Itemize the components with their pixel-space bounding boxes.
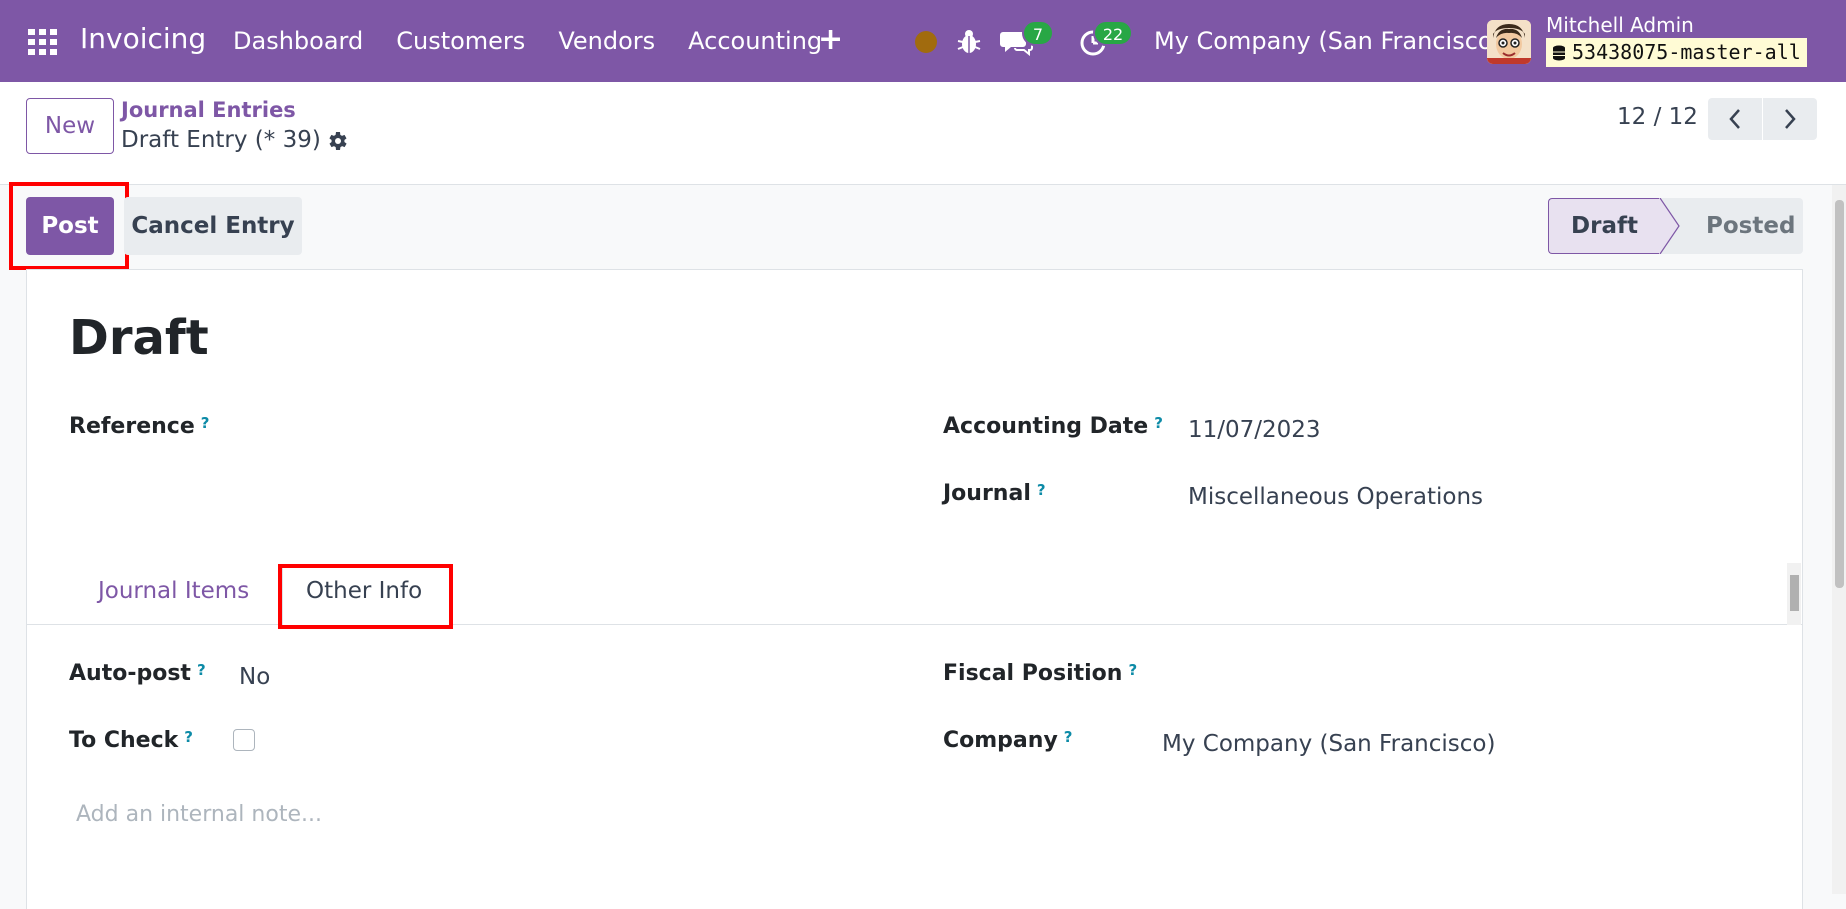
tab-other-info-highlight: [278, 564, 453, 629]
top-navbar: Invoicing Dashboard Customers Vendors Ac…: [0, 0, 1846, 82]
chevron-right-icon: [1785, 109, 1796, 129]
help-icon[interactable]: ?: [1128, 661, 1137, 679]
menu-customers[interactable]: Customers: [396, 27, 525, 55]
company-label: Company?: [943, 728, 1073, 753]
fiscal-position-label: Fiscal Position?: [943, 661, 1138, 686]
reference-label: Reference?: [69, 414, 210, 439]
help-icon[interactable]: ?: [197, 661, 206, 679]
control-panel: New Journal Entries Draft Entry (* 39) 1…: [0, 82, 1846, 185]
auto-post-label: Auto-post?: [69, 661, 206, 686]
chevron-left-icon: [1729, 109, 1740, 129]
breadcrumb[interactable]: Journal Entries: [121, 98, 296, 122]
journal-field[interactable]: Miscellaneous Operations: [1188, 484, 1483, 510]
main-menu: Dashboard Customers Vendors Accounting: [233, 27, 855, 55]
app-name[interactable]: Invoicing: [80, 22, 206, 55]
menu-vendors[interactable]: Vendors: [558, 27, 655, 55]
post-button-highlight: [9, 182, 129, 270]
record-title: Draft Entry (* 39): [121, 127, 321, 153]
tab-journal-items[interactable]: Journal Items: [98, 578, 249, 604]
messages-count-badge: 7: [1022, 20, 1054, 46]
accounting-date-label: Accounting Date?: [943, 414, 1163, 439]
new-button[interactable]: New: [26, 98, 114, 154]
bug-icon[interactable]: [956, 27, 982, 55]
to-check-checkbox[interactable]: [233, 729, 255, 751]
cancel-entry-button[interactable]: Cancel Entry: [124, 197, 302, 255]
pager-previous-button[interactable]: [1708, 98, 1762, 140]
pager-value[interactable]: 12 / 12: [1617, 104, 1698, 130]
user-avatar[interactable]: [1487, 20, 1531, 64]
to-check-label: To Check?: [69, 728, 193, 753]
entry-title: Draft: [69, 310, 209, 366]
database-icon: [1553, 45, 1565, 60]
menu-accounting[interactable]: Accounting: [688, 27, 822, 55]
journal-label: Journal?: [943, 481, 1046, 506]
plus-icon[interactable]: +: [818, 22, 843, 57]
user-name[interactable]: Mitchell Admin: [1546, 13, 1694, 37]
database-name: 53438075-master-all: [1572, 40, 1801, 64]
stage-draft[interactable]: Draft: [1548, 198, 1660, 254]
app-menu-icon[interactable]: [28, 29, 58, 55]
activities-count-badge: 22: [1093, 20, 1133, 46]
help-icon[interactable]: ?: [1064, 728, 1073, 746]
menu-dashboard[interactable]: Dashboard: [233, 27, 363, 55]
help-icon[interactable]: ?: [201, 414, 210, 432]
help-icon[interactable]: ?: [1037, 481, 1046, 499]
auto-post-field[interactable]: No: [239, 664, 270, 690]
presence-status-icon[interactable]: [915, 31, 937, 53]
database-badge: 53438075-master-all: [1546, 38, 1807, 67]
pager-next-button[interactable]: [1763, 98, 1817, 140]
gear-icon[interactable]: [325, 129, 349, 153]
accounting-date-field[interactable]: 11/07/2023: [1188, 417, 1321, 443]
tabs-scrollbar-thumb[interactable]: [1790, 575, 1799, 611]
company-field[interactable]: My Company (San Francisco): [1162, 731, 1495, 757]
stage-arrow-icon: [1659, 198, 1680, 254]
company-switcher[interactable]: My Company (San Francisco): [1154, 27, 1502, 55]
internal-note-field[interactable]: Add an internal note...: [76, 802, 322, 827]
help-icon[interactable]: ?: [1154, 414, 1163, 432]
page-scrollbar-thumb[interactable]: [1835, 200, 1844, 588]
help-icon[interactable]: ?: [184, 728, 193, 746]
